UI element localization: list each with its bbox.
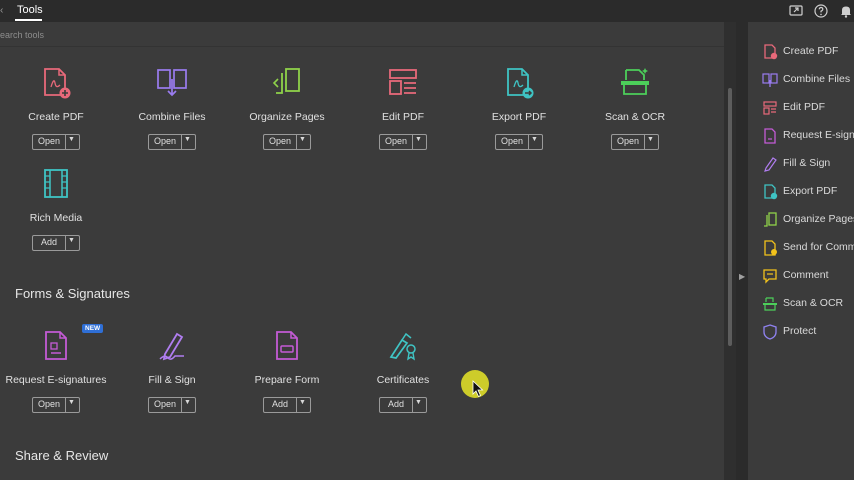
chevron-down-icon[interactable]: ▼ [184, 136, 191, 143]
tool-label: Rich Media [29, 212, 83, 224]
prepare-form-icon [276, 331, 298, 360]
fill-sign-icon [159, 332, 184, 361]
panel-item-comment[interactable]: Comment [748, 264, 854, 288]
search-tools-placeholder: earch tools [0, 30, 45, 40]
chevron-down-icon[interactable]: ▼ [184, 399, 191, 406]
tool-export-pdf[interactable]: Export PDF Open ▼ [459, 67, 579, 167]
tool-label: Export PDF [491, 111, 547, 123]
add-button[interactable]: Add ▼ [263, 397, 311, 413]
chevron-down-icon[interactable]: ▼ [531, 136, 538, 143]
tool-prepare-form[interactable]: Prepare Form Add ▼ [227, 330, 347, 430]
edit-pdf-icon [389, 69, 417, 95]
chevron-down-icon[interactable]: ▼ [68, 399, 75, 406]
export-pdf-icon [764, 184, 778, 200]
panel-item-request-esignatures[interactable]: Request E-signatures [748, 124, 854, 148]
tool-combine-files[interactable]: Combine Files Open ▼ [112, 67, 232, 167]
main-scrollbar[interactable] [724, 22, 736, 480]
chevron-down-icon[interactable]: ▼ [647, 136, 654, 143]
notifications-bell-icon[interactable] [838, 3, 854, 19]
certificates-icon [389, 332, 416, 361]
open-button[interactable]: Open ▼ [495, 134, 543, 150]
section-title-forms: Forms & Signatures [15, 286, 130, 301]
scan-ocr-icon [621, 68, 649, 95]
open-button[interactable]: Open ▼ [32, 134, 80, 150]
send-comments-icon [764, 240, 777, 256]
tool-scan-ocr[interactable]: Scan & OCR Open ▼ [575, 67, 695, 167]
chevron-down-icon[interactable]: ▼ [415, 399, 422, 406]
export-pdf-icon [507, 68, 534, 99]
tool-create-pdf[interactable]: Create PDF Open ▼ [0, 67, 116, 167]
chevron-down-icon[interactable]: ▼ [68, 136, 75, 143]
protect-icon [763, 324, 777, 340]
add-button[interactable]: Add ▼ [379, 397, 427, 413]
share-screen-icon[interactable] [788, 3, 804, 19]
create-pdf-icon [44, 68, 71, 99]
tool-label: Organize Pages [249, 111, 325, 123]
open-button[interactable]: Open ▼ [148, 397, 196, 413]
rich-media-icon [44, 169, 68, 198]
organize-pages-icon [764, 212, 777, 227]
chevron-down-icon[interactable]: ▼ [415, 136, 422, 143]
section-title-share: Share & Review [15, 448, 109, 463]
right-tools-panel: Create PDF Combine Files Edit PDF Reques… [748, 22, 854, 480]
panel-item-fill-sign[interactable]: Fill & Sign [748, 152, 854, 176]
back-arrow-icon[interactable]: ‹ [0, 5, 3, 16]
chevron-down-icon[interactable]: ▼ [299, 399, 306, 406]
scan-ocr-icon [763, 297, 777, 311]
panel-item-protect[interactable]: Protect [748, 320, 854, 344]
tool-label: Prepare Form [254, 374, 320, 386]
organize-pages-icon [272, 68, 300, 94]
open-button[interactable]: Open ▼ [379, 134, 427, 150]
tool-label: Create PDF [28, 111, 84, 123]
open-button[interactable]: Open ▼ [611, 134, 659, 150]
help-icon[interactable] [813, 3, 829, 19]
open-button[interactable]: Open ▼ [148, 134, 196, 150]
request-esign-icon [764, 128, 776, 144]
tab-active-indicator [15, 19, 42, 21]
combine-files-icon [157, 69, 187, 97]
comment-icon [763, 269, 777, 284]
tool-edit-pdf[interactable]: Edit PDF Open ▼ [343, 67, 463, 167]
mouse-pointer-icon [472, 380, 484, 398]
tool-label: Combine Files [138, 111, 206, 123]
panel-item-send-comments[interactable]: Send for Comments [748, 236, 854, 260]
collapse-panel-icon[interactable]: ▶ [739, 272, 745, 281]
open-button[interactable]: Open ▼ [263, 134, 311, 150]
tool-request-esignatures[interactable]: NEW Request E-signatures Open ▼ [0, 324, 116, 430]
tool-fill-sign[interactable]: Fill & Sign Open ▼ [112, 330, 232, 430]
tool-certificates[interactable]: Certificates Add ▼ [343, 330, 463, 430]
tool-label: Scan & OCR [604, 111, 666, 123]
search-tools-field[interactable]: earch tools [0, 24, 724, 46]
tool-label: Edit PDF [381, 111, 424, 123]
chevron-down-icon[interactable]: ▼ [299, 136, 306, 143]
tools-center: Create PDF Open ▼ Combine Files Open ▼ O… [0, 47, 724, 480]
chevron-down-icon[interactable]: ▼ [68, 237, 75, 244]
request-esign-icon [45, 331, 67, 360]
create-pdf-icon [764, 44, 778, 60]
tool-label: Request E-signatures [5, 374, 107, 386]
new-badge: NEW [82, 324, 104, 333]
panel-item-organize-pages[interactable]: Organize Pages [748, 208, 854, 232]
panel-item-combine-files[interactable]: Combine Files [748, 68, 854, 92]
tool-organize-pages[interactable]: Organize Pages Open ▼ [227, 67, 347, 167]
scrollbar-thumb[interactable] [728, 88, 732, 346]
panel-item-edit-pdf[interactable]: Edit PDF [748, 96, 854, 120]
tab-tools[interactable]: Tools [17, 4, 43, 16]
tool-rich-media[interactable]: Rich Media Add ▼ [0, 168, 116, 268]
open-button[interactable]: Open ▼ [32, 397, 80, 413]
panel-item-create-pdf[interactable]: Create PDF [748, 40, 854, 64]
panel-divider: ▶ [736, 22, 748, 480]
add-button[interactable]: Add ▼ [32, 235, 80, 251]
panel-item-export-pdf[interactable]: Export PDF [748, 180, 854, 204]
tool-label: Fill & Sign [148, 374, 196, 386]
panel-item-scan-ocr[interactable]: Scan & OCR [748, 292, 854, 316]
tool-label: Certificates [376, 374, 430, 386]
combine-files-icon [762, 73, 778, 87]
top-bar: ‹ Tools [0, 0, 854, 22]
fill-sign-icon [764, 157, 777, 172]
edit-pdf-icon [763, 101, 777, 115]
